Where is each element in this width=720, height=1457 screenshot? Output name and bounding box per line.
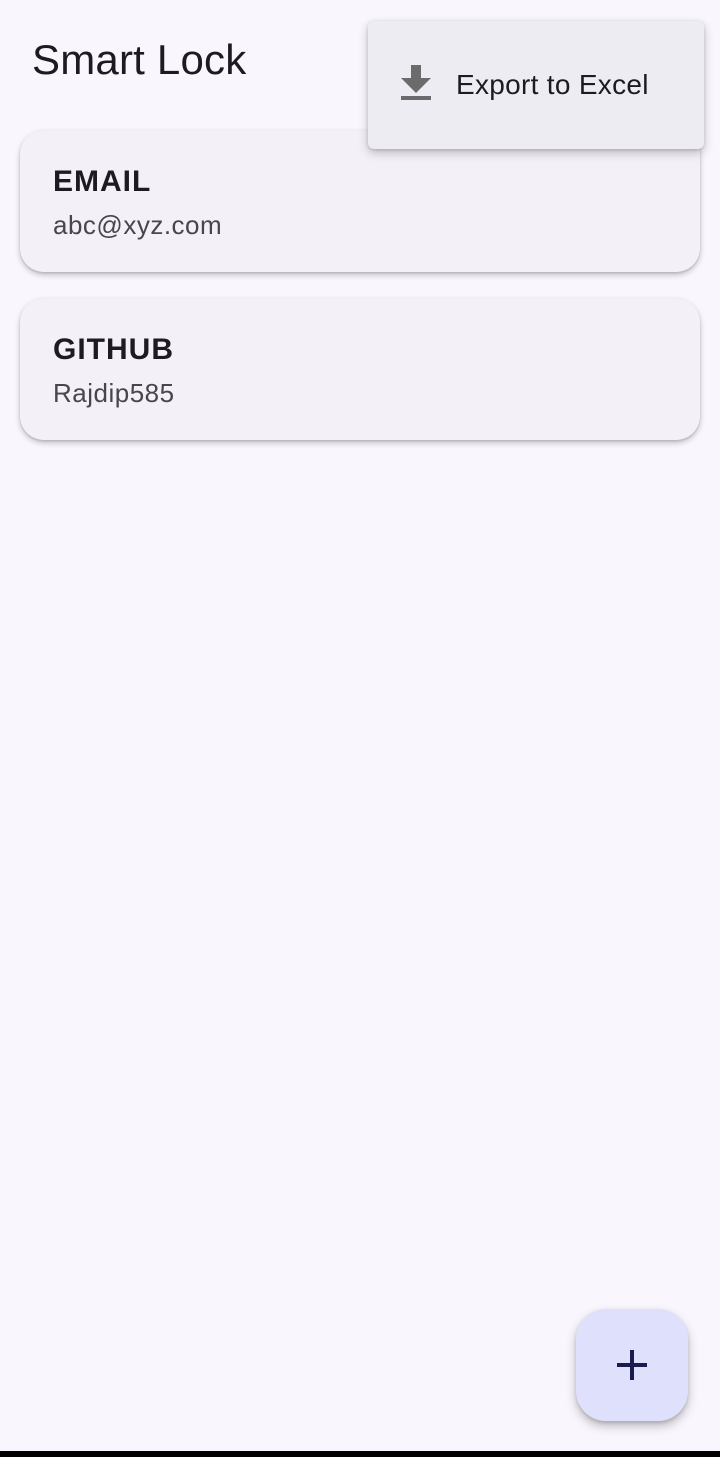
download-icon — [398, 63, 434, 103]
entry-card-github[interactable]: GITHUB Rajdip585 — [20, 298, 700, 440]
add-icon — [614, 1347, 650, 1383]
add-entry-button[interactable] — [576, 1309, 688, 1421]
menu-item-label: Export to Excel — [456, 69, 649, 100]
entry-value: abc@xyz.com — [53, 210, 223, 240]
entry-title: EMAIL — [53, 165, 152, 198]
system-nav-bar — [0, 1451, 720, 1457]
entry-title: GITHUB — [53, 333, 174, 366]
entry-card-email[interactable]: EMAIL abc@xyz.com — [20, 130, 700, 272]
app-title: Smart Lock — [32, 36, 247, 83]
menu-item-export-excel[interactable]: Export to Excel — [368, 47, 704, 123]
entry-value: Rajdip585 — [53, 378, 175, 408]
overflow-menu: Export to Excel — [368, 21, 704, 149]
